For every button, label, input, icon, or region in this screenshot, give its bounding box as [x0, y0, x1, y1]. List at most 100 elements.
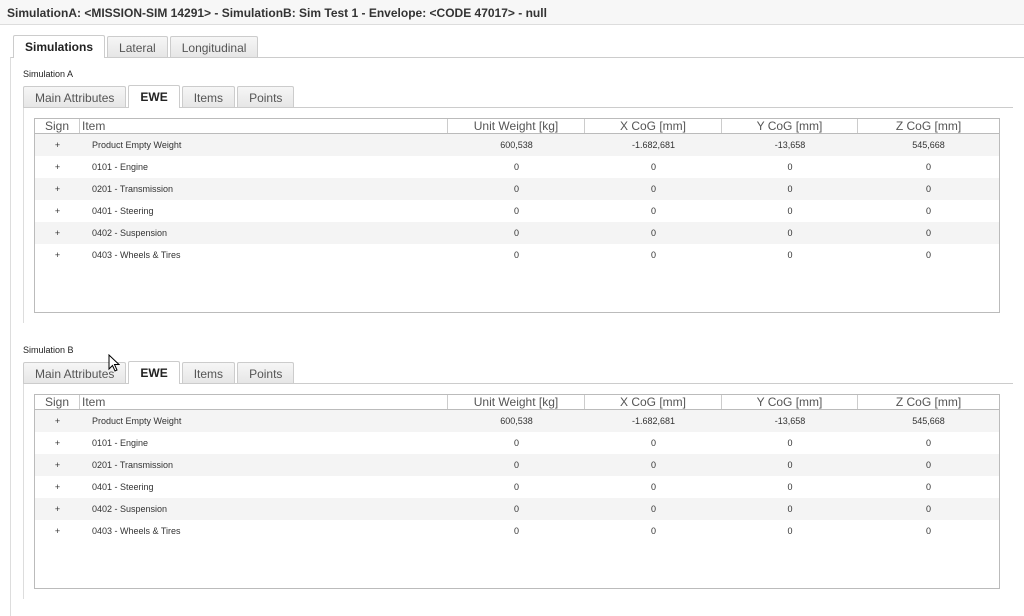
cell-z-cog: 0	[925, 482, 931, 492]
cell-unit-weight: 0	[513, 504, 519, 514]
cell-y-cog: 0	[787, 438, 793, 448]
cell-item: 0403 - Wheels & Tires	[92, 526, 181, 536]
table-row[interactable]: +0403 - Wheels & Tires 0 0 0 0	[35, 244, 999, 266]
table-row[interactable]: +0401 - Steering 0 0 0 0	[35, 476, 999, 498]
grid-header: Sign Item Unit Weight [kg] X CoG [mm] Y CoG …	[35, 395, 999, 410]
cell-sign[interactable]: +	[35, 460, 80, 470]
tab-lateral[interactable]: Lateral	[107, 36, 168, 57]
cell-sign[interactable]: +	[35, 482, 80, 492]
cell-sign[interactable]: +	[35, 184, 80, 194]
cell-unit-weight: 0	[513, 526, 519, 536]
cell-sign[interactable]: +	[35, 250, 80, 260]
cell-unit-weight: 0	[513, 206, 519, 216]
cell-z-cog: 0	[925, 162, 931, 172]
tab-items[interactable]: Items	[181, 362, 236, 383]
cell-sign[interactable]: +	[35, 416, 80, 426]
cell-y-cog: -13,658	[774, 140, 806, 150]
cell-item: Product Empty Weight	[92, 140, 182, 150]
tab-points[interactable]: Points	[237, 86, 295, 107]
column-header-z-cog[interactable]: Z CoG [mm]	[858, 119, 999, 133]
table-row[interactable]: +0402 - Suspension 0 0 0 0	[35, 498, 999, 520]
cell-unit-weight: 600,538	[500, 416, 533, 426]
column-header-item[interactable]: Item	[80, 395, 448, 409]
outer-tabs: Simulations Lateral Longitudinal	[13, 35, 260, 58]
column-header-y-cog[interactable]: Y CoG [mm]	[722, 119, 858, 133]
mouse-cursor-icon	[108, 354, 120, 372]
ewe-grid: Sign Item Unit Weight [kg] X CoG [mm] Y CoG …	[34, 118, 1000, 313]
cell-z-cog: 0	[925, 460, 931, 470]
cell-sign[interactable]: +	[35, 162, 80, 172]
section-label: Simulation A	[23, 69, 74, 79]
column-header-z-cog[interactable]: Z CoG [mm]	[858, 395, 999, 409]
table-row[interactable]: +0201 - Transmission 0 0 0 0	[35, 454, 999, 476]
cell-y-cog: 0	[787, 250, 793, 260]
cell-sign[interactable]: +	[35, 526, 80, 536]
section-label: Simulation B	[23, 345, 74, 355]
cell-y-cog: 0	[787, 482, 793, 492]
table-row[interactable]: +0101 - Engine 0 0 0 0	[35, 432, 999, 454]
tab-simulations[interactable]: Simulations	[13, 35, 106, 58]
tab-ewe[interactable]: EWE	[128, 85, 180, 108]
column-header-sign[interactable]: Sign	[35, 119, 80, 133]
cell-unit-weight: 0	[513, 438, 519, 448]
cell-unit-weight: 0	[513, 482, 519, 492]
inner-tabs: Main Attributes EWE Items Points	[23, 361, 296, 384]
cell-sign[interactable]: +	[35, 140, 80, 150]
cell-item: 0101 - Engine	[92, 438, 149, 448]
cell-y-cog: 0	[787, 206, 793, 216]
cell-z-cog: 0	[925, 228, 931, 238]
tab-main-attributes[interactable]: Main Attributes	[23, 86, 127, 107]
divider	[23, 108, 24, 323]
table-row[interactable]: +0401 - Steering 0 0 0 0	[35, 200, 999, 222]
cell-x-cog: 0	[650, 438, 656, 448]
cell-x-cog: -1.682,681	[631, 140, 676, 150]
column-header-unit-weight[interactable]: Unit Weight [kg]	[448, 395, 585, 409]
inner-tabs: Main Attributes EWE Items Points	[23, 85, 296, 108]
cell-item: 0402 - Suspension	[92, 228, 168, 238]
cell-x-cog: 0	[650, 482, 656, 492]
cell-y-cog: 0	[787, 162, 793, 172]
cell-unit-weight: 0	[513, 162, 519, 172]
table-row[interactable]: + Product Empty Weight 600,538 -1.682,681 -1…	[35, 410, 999, 432]
table-row[interactable]: +0402 - Suspension 0 0 0 0	[35, 222, 999, 244]
cell-y-cog: 0	[787, 228, 793, 238]
cell-sign[interactable]: +	[35, 206, 80, 216]
cell-z-cog: 0	[925, 526, 931, 536]
cell-z-cog: 0	[925, 206, 931, 216]
cell-item: Product Empty Weight	[92, 416, 182, 426]
divider	[23, 384, 24, 599]
cell-sign[interactable]: +	[35, 228, 80, 238]
cell-x-cog: 0	[650, 504, 656, 514]
table-row[interactable]: +0101 - Engine 0 0 0 0	[35, 156, 999, 178]
cell-item: 0402 - Suspension	[92, 504, 168, 514]
cell-z-cog: 0	[925, 504, 931, 514]
tab-items[interactable]: Items	[181, 86, 236, 107]
cell-x-cog: 0	[650, 162, 656, 172]
cell-y-cog: 0	[787, 504, 793, 514]
column-header-unit-weight[interactable]: Unit Weight [kg]	[448, 119, 585, 133]
tab-longitudinal[interactable]: Longitudinal	[169, 36, 259, 57]
cell-unit-weight: 0	[513, 228, 519, 238]
cell-x-cog: 0	[650, 228, 656, 238]
cell-z-cog: 545,668	[912, 416, 945, 426]
column-header-x-cog[interactable]: X CoG [mm]	[585, 119, 722, 133]
ewe-grid: Sign Item Unit Weight [kg] X CoG [mm] Y CoG …	[34, 394, 1000, 589]
column-header-sign[interactable]: Sign	[35, 395, 80, 409]
cell-x-cog: 0	[650, 460, 656, 470]
table-row[interactable]: + Product Empty Weight 600,538 -1.682,681 -1…	[35, 134, 999, 156]
cell-item: 0401 - Steering	[92, 206, 154, 216]
column-header-x-cog[interactable]: X CoG [mm]	[585, 395, 722, 409]
tab-ewe[interactable]: EWE	[128, 361, 180, 384]
cell-sign[interactable]: +	[35, 438, 80, 448]
tab-points[interactable]: Points	[237, 362, 295, 383]
column-header-y-cog[interactable]: Y CoG [mm]	[722, 395, 858, 409]
table-row[interactable]: +0201 - Transmission 0 0 0 0	[35, 178, 999, 200]
cell-y-cog: 0	[787, 460, 793, 470]
cell-unit-weight: 0	[513, 184, 519, 194]
table-row[interactable]: +0403 - Wheels & Tires 0 0 0 0	[35, 520, 999, 542]
cell-item: 0403 - Wheels & Tires	[92, 250, 181, 260]
column-header-item[interactable]: Item	[80, 119, 448, 133]
cell-x-cog: 0	[650, 250, 656, 260]
cell-sign[interactable]: +	[35, 504, 80, 514]
cell-x-cog: 0	[650, 526, 656, 536]
